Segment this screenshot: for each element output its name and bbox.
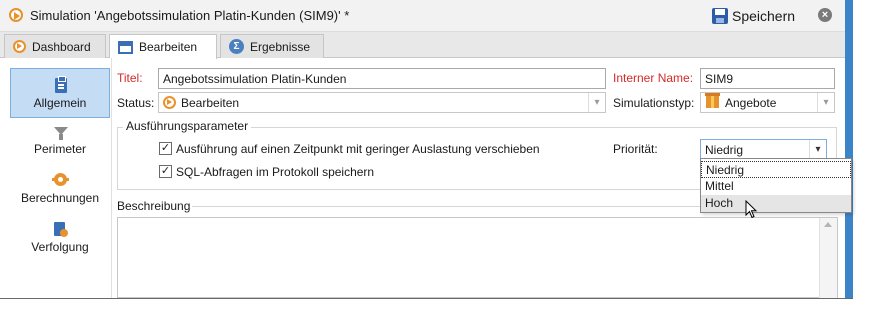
- simulation-type-value: Angebote: [725, 96, 777, 110]
- play-circle-icon: [163, 96, 176, 109]
- sql-log-label: SQL-Abfragen im Protokoll speichern: [176, 165, 375, 179]
- priority-label: Priorität:: [613, 142, 658, 156]
- tab-ergebnisse[interactable]: Σ Ergebnisse: [220, 34, 324, 58]
- defer-execution-checkbox[interactable]: ✓: [159, 142, 172, 155]
- sidebar-item-berechnungen[interactable]: Berechnungen: [10, 168, 110, 218]
- sidebar-item-verfolgung[interactable]: Verfolgung: [10, 217, 110, 267]
- scroll-up-arrow-icon[interactable]: [824, 222, 832, 227]
- edit-window-icon: [118, 40, 133, 54]
- tab-label: Bearbeiten: [139, 40, 198, 54]
- description-label: Beschreibung: [117, 199, 191, 213]
- save-button[interactable]: Speichern: [712, 5, 795, 27]
- priority-select[interactable]: Niedrig ▾: [700, 139, 827, 160]
- play-circle-icon: [13, 40, 26, 53]
- status-select[interactable]: Bearbeiten ▾: [158, 92, 606, 113]
- window-bottom-border: [0, 298, 853, 299]
- description-textarea[interactable]: [117, 217, 838, 298]
- description-scrollbar[interactable]: [819, 218, 837, 298]
- title-field[interactable]: Angebotssimulation Platin-Kunden: [158, 68, 606, 89]
- priority-select-value: Niedrig: [705, 143, 744, 157]
- status-select-value: Bearbeiten: [181, 96, 240, 110]
- simulation-status-icon: [9, 8, 23, 22]
- simulation-type-select[interactable]: Angebote ▾: [700, 92, 835, 113]
- sidebar-item-label: Berechnungen: [20, 191, 100, 205]
- gear-icon: [52, 173, 69, 186]
- window-title: Simulation 'Angebotssimulation Platin-Ku…: [30, 8, 350, 23]
- sql-log-checkbox[interactable]: ✓: [159, 165, 172, 178]
- sidebar-item-perimeter[interactable]: Perimeter: [10, 120, 110, 170]
- status-label: Status:: [117, 96, 155, 110]
- chevron-down-icon: ▾: [588, 93, 605, 112]
- sidebar-item-label: Perimeter: [33, 142, 86, 156]
- execution-params-title: Ausführungsparameter: [123, 119, 252, 133]
- tab-label: Dashboard: [32, 39, 91, 54]
- tab-bar: Dashboard Bearbeiten Σ Ergebnisse: [0, 32, 845, 59]
- sidebar-item-allgemein[interactable]: Allgemein: [10, 68, 110, 118]
- priority-option-niedrig[interactable]: Niedrig: [701, 161, 851, 178]
- priority-option-mittel[interactable]: Mittel: [701, 178, 851, 195]
- chevron-down-icon: ▾: [809, 140, 826, 159]
- sidebar-item-label: Allgemein: [33, 96, 87, 110]
- tab-label: Ergebnisse: [250, 39, 311, 54]
- window-edge: [845, 0, 853, 298]
- internal-name-field[interactable]: SIM9: [700, 68, 835, 89]
- gift-icon: [705, 93, 720, 108]
- title-label: Titel:: [117, 71, 143, 85]
- defer-execution-label: Ausführung auf einen Zeitpunkt mit gerin…: [176, 142, 540, 156]
- priority-option-hoch[interactable]: Hoch: [701, 195, 851, 212]
- sidebar-item-label: Verfolgung: [31, 240, 89, 254]
- priority-dropdown-list: Niedrig Mittel Hoch: [700, 158, 852, 213]
- chevron-down-icon: ▾: [817, 93, 834, 112]
- description-divider: [192, 206, 702, 207]
- title-bar: Simulation 'Angebotssimulation Platin-Ku…: [0, 0, 845, 32]
- mouse-cursor-icon: [745, 200, 758, 219]
- tab-bearbeiten[interactable]: Bearbeiten: [109, 34, 217, 59]
- close-icon[interactable]: ×: [818, 8, 832, 22]
- sigma-icon: Σ: [229, 39, 244, 54]
- tracking-icon: [54, 222, 68, 237]
- floppy-disk-icon: [712, 8, 728, 24]
- tab-dashboard[interactable]: Dashboard: [4, 34, 106, 58]
- save-button-label: Speichern: [732, 8, 796, 24]
- simulation-window: Simulation 'Angebotssimulation Platin-Ku…: [0, 0, 851, 298]
- clipboard-icon: [55, 76, 67, 93]
- sidebar: Allgemein Perimeter Berechnungen Verfolg…: [0, 58, 112, 298]
- internal-name-label: Interner Name:: [613, 71, 694, 85]
- funnel-icon: [54, 127, 68, 140]
- simulation-type-label: Simulationstyp:: [613, 96, 695, 110]
